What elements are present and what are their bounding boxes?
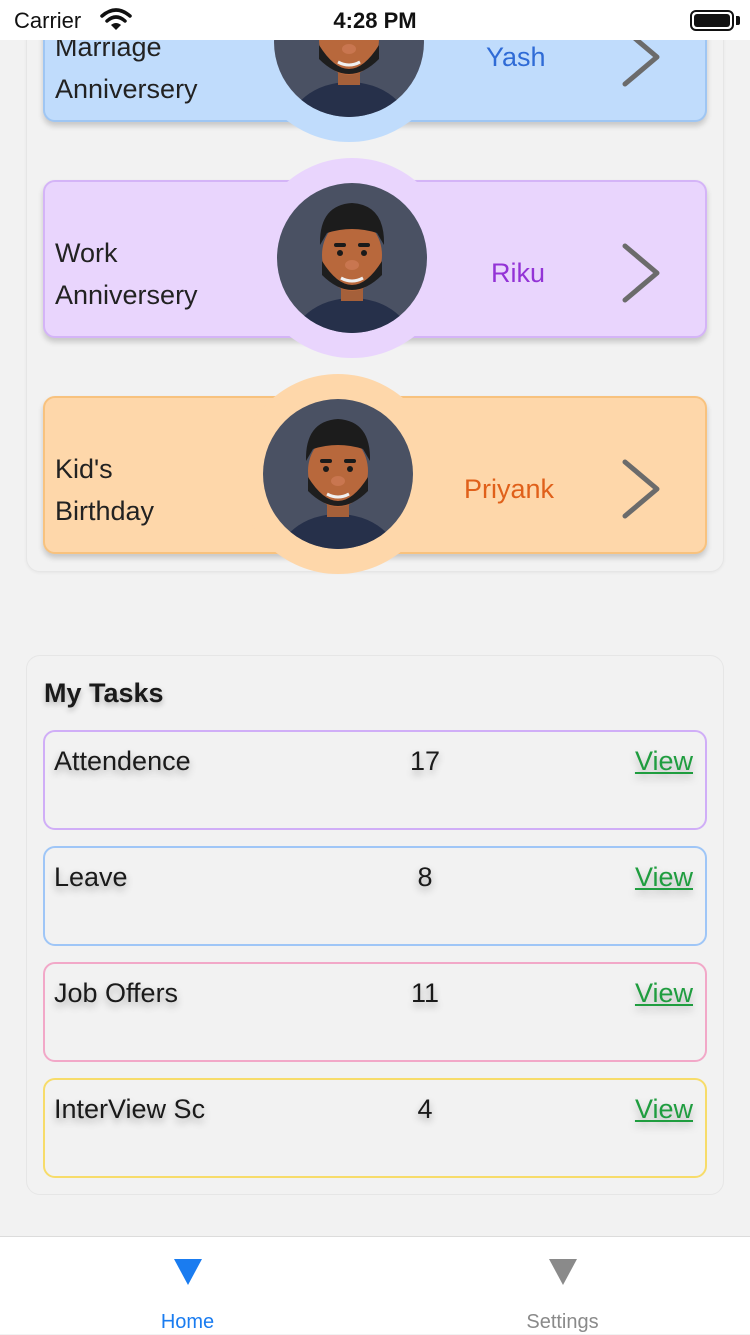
event-label-line2: Anniversery bbox=[55, 280, 198, 310]
event-label-line2: Birthday bbox=[55, 496, 155, 526]
event-label: Work Anniversery bbox=[55, 232, 255, 316]
task-view-link[interactable]: View bbox=[635, 862, 693, 893]
status-bar: Carrier 4:28 PM bbox=[0, 0, 750, 40]
chevron-right-icon[interactable] bbox=[619, 456, 665, 522]
triangle-down-icon bbox=[549, 1259, 577, 1285]
task-row-job-offers: Job Offers 11 View bbox=[43, 962, 707, 1062]
task-view-link[interactable]: View bbox=[635, 978, 693, 1009]
tab-home[interactable]: Home bbox=[0, 1237, 375, 1335]
task-count: 11 bbox=[410, 978, 440, 1008]
task-name: Leave bbox=[54, 862, 128, 892]
event-person-name: Yash bbox=[486, 42, 546, 72]
tab-label: Settings bbox=[526, 1311, 599, 1333]
triangle-down-icon bbox=[174, 1259, 202, 1285]
task-count: 8 bbox=[417, 862, 433, 892]
task-row-attendence: Attendence 17 View bbox=[43, 730, 707, 830]
clock: 4:28 PM bbox=[333, 8, 417, 33]
event-person-name: Riku bbox=[491, 258, 546, 288]
event-label-line1: Work bbox=[55, 238, 118, 268]
event-label-line1: Kid's bbox=[55, 454, 113, 484]
avatar bbox=[263, 399, 413, 549]
task-count: 17 bbox=[409, 746, 441, 776]
event-person-name: Priyank bbox=[464, 474, 555, 504]
tab-settings[interactable]: Settings bbox=[375, 1237, 750, 1335]
task-row-leave: Leave 8 View bbox=[43, 846, 707, 946]
task-view-link[interactable]: View bbox=[635, 746, 693, 777]
event-label: Kid's Birthday bbox=[55, 448, 255, 532]
task-row-interview: InterView Sc 4 View bbox=[43, 1078, 707, 1178]
avatar-halo bbox=[252, 158, 452, 358]
avatar-halo bbox=[238, 374, 438, 574]
battery-tip bbox=[736, 16, 740, 25]
tab-label: Home bbox=[160, 1311, 215, 1333]
task-name: Job Offers bbox=[54, 978, 179, 1008]
chevron-right-icon[interactable] bbox=[619, 240, 665, 306]
task-name: InterView Sc bbox=[54, 1094, 206, 1124]
event-label-line2: Anniversery bbox=[55, 74, 198, 104]
task-view-link[interactable]: View bbox=[635, 1094, 693, 1125]
task-name: Attendence bbox=[54, 746, 191, 776]
tasks-title: My Tasks bbox=[44, 678, 164, 708]
battery-icon bbox=[690, 10, 734, 31]
tab-bar: Home Settings bbox=[0, 1236, 750, 1334]
avatar bbox=[277, 183, 427, 333]
task-count: 4 bbox=[417, 1094, 433, 1124]
